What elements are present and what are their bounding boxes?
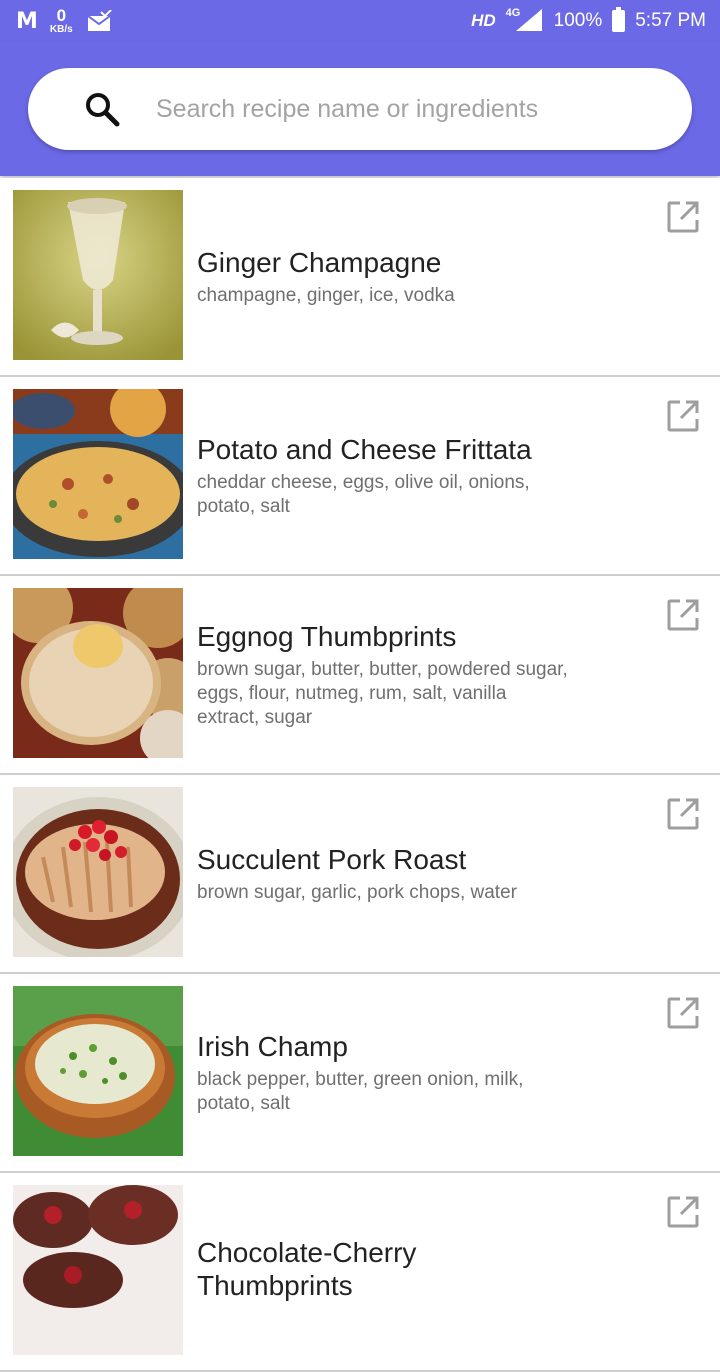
- recipe-title: Succulent Pork Roast: [197, 843, 467, 875]
- recipe-image-irish-champ: [13, 986, 183, 1156]
- recipe-title: Ginger Champagne: [197, 246, 442, 278]
- open-external-icon[interactable]: [666, 797, 700, 831]
- battery-icon: [612, 7, 626, 32]
- mail-notification-icon: [87, 10, 112, 31]
- recipe-title: Potato and Cheese Frittata: [197, 433, 532, 465]
- recipe-row[interactable]: Irish Champ black pepper, butter, green …: [0, 974, 720, 1173]
- recipe-image-chocolate-cherry-thumbprints: [13, 1185, 183, 1355]
- carrier-logo: M: [16, 8, 38, 34]
- search-input[interactable]: [154, 93, 638, 125]
- open-external-icon[interactable]: [666, 598, 700, 632]
- hd-indicator: HD: [471, 11, 496, 30]
- recipe-image-ginger-champagne: [13, 190, 183, 360]
- recipe-row[interactable]: Potato and Cheese Frittata cheddar chees…: [0, 377, 720, 576]
- open-external-icon[interactable]: [666, 996, 700, 1030]
- open-external-icon[interactable]: [666, 399, 700, 433]
- network-speed-unit: KB/s: [49, 24, 73, 35]
- recipe-list: Ginger Champagne champagne, ginger, ice,…: [0, 178, 720, 1372]
- signal-icon: 4G: [506, 7, 544, 33]
- recipe-ingredients: cheddar cheese, eggs, olive oil, onions,…: [197, 471, 530, 517]
- recipe-title: Eggnog Thumbprints: [197, 620, 457, 652]
- recipe-row[interactable]: Succulent Pork Roast brown sugar, garlic…: [0, 775, 720, 974]
- network-speed-value: 0: [56, 6, 67, 25]
- recipe-image-potato-cheese-frittata: [13, 389, 183, 559]
- recipe-row[interactable]: Ginger Champagne champagne, ginger, ice,…: [0, 178, 720, 377]
- recipe-title: Irish Champ: [197, 1030, 348, 1062]
- network-speed: 0 KB/s: [50, 7, 73, 35]
- status-bar: M 0 KB/s HD 4G 100% 5:57 PM: [0, 0, 720, 42]
- recipe-ingredients: champagne, ginger, ice, vodka: [197, 284, 455, 306]
- app-header: [0, 42, 720, 176]
- recipe-title: Chocolate-Cherry Thumbprints: [197, 1237, 417, 1301]
- recipe-image-succulent-pork-roast: [13, 787, 183, 957]
- recipe-ingredients: brown sugar, butter, butter, powdered su…: [197, 658, 568, 728]
- search-bar[interactable]: [28, 68, 692, 150]
- recipe-row[interactable]: Eggnog Thumbprints brown sugar, butter, …: [0, 576, 720, 775]
- battery-percent: 100%: [553, 10, 603, 31]
- recipe-image-eggnog-thumbprints: [13, 588, 183, 758]
- recipe-row[interactable]: Chocolate-Cherry Thumbprints: [0, 1173, 720, 1372]
- search-icon[interactable]: [82, 89, 122, 129]
- recipe-ingredients: brown sugar, garlic, pork chops, water: [197, 881, 517, 903]
- recipe-ingredients: black pepper, butter, green onion, milk,…: [197, 1068, 524, 1114]
- clock: 5:57 PM: [635, 10, 706, 31]
- open-external-icon[interactable]: [666, 1195, 700, 1229]
- open-external-icon[interactable]: [666, 200, 700, 234]
